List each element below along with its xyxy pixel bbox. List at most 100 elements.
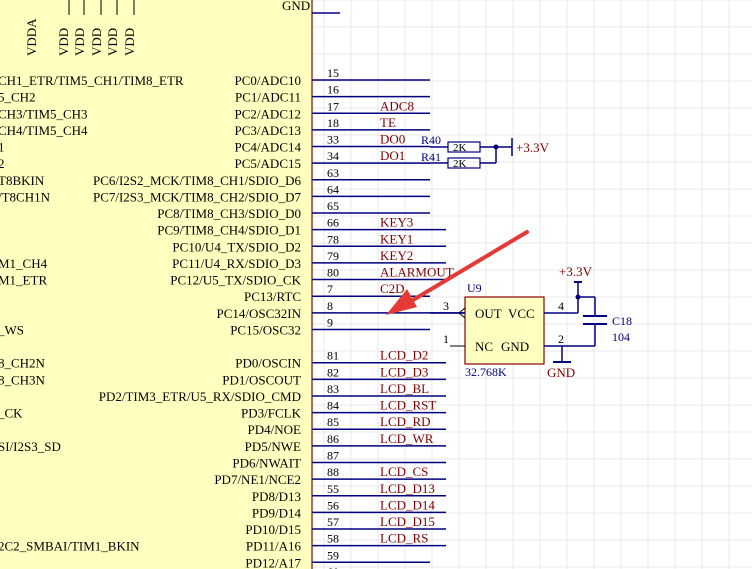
supply-label: +3.3V <box>516 140 550 155</box>
resistor-network: R40 2K R41 2K +3.3V <box>421 133 550 170</box>
right-pin-label: PD5/NWE <box>245 439 301 454</box>
left-pin-label: CH4/TIM5_CH4 <box>0 123 88 138</box>
right-pin-label: PD9/D14 <box>252 505 302 520</box>
pin-number: 66 <box>327 216 339 230</box>
power-pin-label: VDD <box>56 28 71 56</box>
power-pin-label: VDD <box>122 28 137 56</box>
pin-numbers: 1516171833346364656678798078981828384858… <box>327 66 339 569</box>
right-pin-label: PD0/OSCIN <box>235 356 301 371</box>
oscillator-pin-number-3: 3 <box>443 299 449 313</box>
net-label: LCD_BL <box>380 381 429 396</box>
pin-number: 8 <box>327 299 333 313</box>
left-pin-label: 1 <box>0 140 5 155</box>
pin-number: 17 <box>327 99 339 113</box>
net-label: TE <box>380 115 396 130</box>
right-pin-label: PC9/TIM8_CH4/SDIO_D1 <box>157 223 301 238</box>
oscillator-pin-vcc: VCC <box>508 306 535 321</box>
right-pin-label: PC7/I2S3_MCK/TIM8_CH2/SDIO_D7 <box>93 189 302 204</box>
pin-number: 87 <box>327 448 339 462</box>
pin-number: 18 <box>327 116 339 130</box>
right-pin-label: PD3/FCLK <box>241 406 302 421</box>
pin-number: 9 <box>327 315 333 329</box>
pin-number: 15 <box>327 66 339 80</box>
junction-dot <box>493 144 499 150</box>
right-pin-label: PD8/D13 <box>252 489 301 504</box>
net-label: C2D <box>380 281 405 296</box>
pin-number: 64 <box>327 182 339 196</box>
pin-number: 7 <box>327 282 333 296</box>
oscillator-supply-label: +3.3V <box>559 264 593 279</box>
pin-number: 63 <box>327 166 339 180</box>
oscillator-ground-label: GND <box>547 365 575 380</box>
left-pin-label: /T8CH1N <box>0 189 51 204</box>
right-pin-label: PD7/NE1/NCE2 <box>214 472 301 487</box>
oscillator-pin-out: OUT <box>475 306 502 321</box>
oscillator-value: 32.768K <box>465 365 507 379</box>
left-pin-label: _CK <box>0 406 23 421</box>
right-pin-label: PC8/TIM8_CH3/SDIO_D0 <box>157 206 301 221</box>
net-label: KEY3 <box>380 215 413 230</box>
schematic-canvas: GND VDDA VDD VDD VDD VDD VDD CH1_ETR/TIM5_CH1… <box>0 0 752 569</box>
left-pin-label: CH1_ETR/TIM5_CH1/TIM8_ETR <box>0 73 184 88</box>
oscillator-pin-nc: NC <box>475 339 493 354</box>
right-pin-label: PC2/ADC12 <box>235 106 301 121</box>
net-label: LCD_RST <box>380 398 436 413</box>
pin-number: 60 <box>327 565 339 569</box>
oscillator-pin-gnd: GND <box>501 339 529 354</box>
net-label: ADC8 <box>380 98 414 113</box>
right-pin-label: PC14/OSC32IN <box>216 306 301 321</box>
net-label: LCD_RS <box>380 531 428 546</box>
pin-number: 16 <box>327 83 339 97</box>
pin-number: 56 <box>327 498 339 512</box>
net-label: LCD_D14 <box>380 497 435 512</box>
oscillator-pin-number-1: 1 <box>443 332 449 346</box>
right-pin-label: PD12/A17 <box>245 555 301 569</box>
left-pin-label: T8BKIN <box>0 173 45 188</box>
oscillator-u9: U9 OUT VCC NC GND 32.768K 3 1 4 2 +3.3V … <box>430 264 632 380</box>
right-pin-label: PC13/RTC <box>244 289 301 304</box>
net-label: LCD_D13 <box>380 481 435 496</box>
right-pin-label: PC12/U5_TX/SDIO_CK <box>170 273 301 288</box>
right-pin-label: PC10/U4_TX/SDIO_D2 <box>172 239 301 254</box>
power-pin-label: VDD <box>89 28 104 56</box>
top-gnd-label: GND <box>282 0 310 13</box>
pin-number: 33 <box>327 133 339 147</box>
net-label: LCD_RD <box>380 414 431 429</box>
right-pin-label: PC1/ADC11 <box>235 90 301 105</box>
oscillator-pin-number-4: 4 <box>558 299 564 313</box>
right-pin-label: PC3/ADC13 <box>235 123 301 138</box>
capacitor-value: 104 <box>612 330 630 344</box>
resistor-r41-value: 2K <box>453 158 467 170</box>
oscillator-pin-number-2: 2 <box>558 332 564 346</box>
resistor-r41-ref: R41 <box>421 150 441 164</box>
pin-number: 79 <box>327 249 339 263</box>
pin-number: 83 <box>327 382 339 396</box>
power-pin-label: VDD <box>105 28 120 56</box>
net-label: DO0 <box>380 132 405 147</box>
right-pin-label: PD2/TIM3_ETR/U5_RX/SDIO_CMD <box>99 389 301 404</box>
pin-number: 34 <box>327 149 339 163</box>
pin-number: 86 <box>327 432 339 446</box>
pin-number: 81 <box>327 349 339 363</box>
right-pin-label: PC0/ADC10 <box>235 73 301 88</box>
net-label: KEY1 <box>380 231 413 246</box>
right-pin-label: PD4/NOE <box>248 422 302 437</box>
left-pin-label: 5_CH2 <box>0 90 36 105</box>
right-pin-label: PD6/NWAIT <box>232 455 301 470</box>
right-pin-label: PD10/D15 <box>245 522 301 537</box>
right-pin-label: PC15/OSC32 <box>230 322 301 337</box>
pin-number: 58 <box>327 532 339 546</box>
right-pin-label: PC6/I2S2_MCK/TIM8_CH1/SDIO_D6 <box>93 173 302 188</box>
power-pin-label: VDDA <box>24 18 39 56</box>
net-label: LCD_CS <box>380 464 428 479</box>
pin-number: 55 <box>327 482 339 496</box>
left-pin-label: CH3/TIM5_CH3 <box>0 106 88 121</box>
net-label: DO1 <box>380 148 405 163</box>
net-label: LCD_D3 <box>380 364 428 379</box>
left-pin-label: 2 <box>0 156 5 171</box>
power-pin-label: VDD <box>72 28 87 56</box>
pin-number: 57 <box>327 515 339 529</box>
pin-number: 65 <box>327 199 339 213</box>
left-pin-label: M1_CH4 <box>0 256 48 271</box>
pin-number: 59 <box>327 548 339 562</box>
